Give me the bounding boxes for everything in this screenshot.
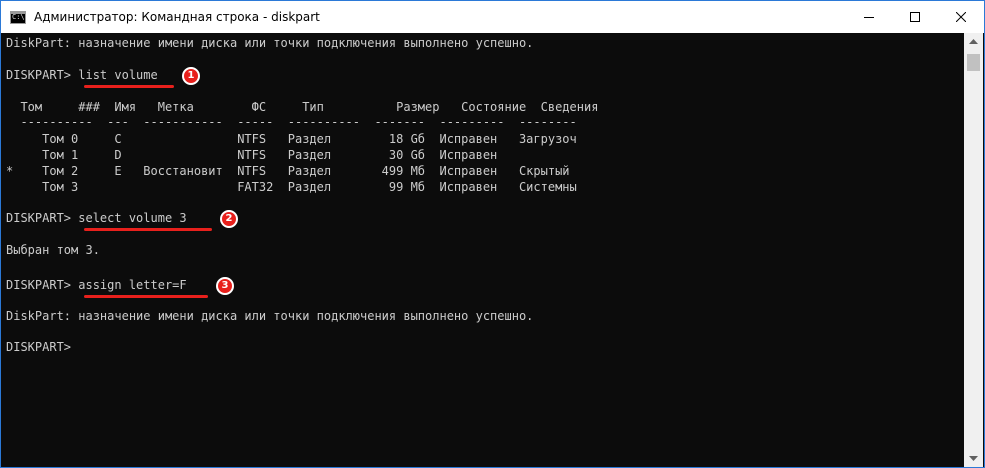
output-line: DiskPart: назначение имени диска или точ… (6, 309, 534, 323)
title-bar[interactable]: C:\ Администратор: Командная строка - di… (1, 1, 984, 33)
close-button[interactable] (938, 1, 984, 33)
annotation-marker-2: 2 (220, 210, 238, 228)
prompt: DISKPART> (6, 278, 79, 292)
scroll-up-button[interactable] (964, 33, 983, 50)
window-controls (846, 1, 984, 33)
command-list-volume: list volume (78, 68, 158, 82)
maximize-icon (910, 12, 920, 22)
console-window: C:\ Администратор: Командная строка - di… (0, 0, 985, 468)
table-row: Том 1 D NTFS Раздел 30 Gб Исправен (6, 148, 498, 162)
table-header: Том ### Имя Метка ФС Тип Размер Состояни… (6, 100, 599, 114)
window-title: Администратор: Командная строка - diskpa… (34, 10, 320, 24)
prompt-line-4: DISKPART> (6, 340, 72, 354)
table-row: * Том 2 E Восстановит NTFS Раздел 499 Мб… (6, 164, 570, 178)
command-select-volume: select volume 3 (78, 211, 187, 225)
output-line: Выбран том 3. (6, 243, 100, 257)
annotation-underline-3 (84, 295, 208, 298)
annotation-marker-1: 1 (182, 67, 200, 85)
minimize-icon (864, 17, 874, 18)
annotation-underline-1 (84, 85, 174, 88)
minimize-button[interactable] (846, 1, 892, 33)
command-assign-letter: assign letter=F (78, 278, 187, 292)
vertical-scrollbar[interactable] (964, 33, 983, 467)
output-line: DiskPart: назначение имени диска или точ… (6, 36, 534, 50)
table-row: Том 3 FAT32 Раздел 99 Мб Исправен Систем… (6, 180, 577, 194)
prompt: DISKPART> (6, 211, 79, 225)
console-output[interactable]: DiskPart: назначение имени диска или точ… (2, 33, 964, 467)
scroll-thumb[interactable] (967, 54, 980, 71)
scroll-down-button[interactable] (964, 450, 983, 467)
table-row: Том 0 C NTFS Раздел 18 Gб Исправен Загру… (6, 132, 577, 146)
prompt: DISKPART> (6, 68, 79, 82)
scroll-down-arrow-icon (969, 455, 978, 461)
cmd-app-icon[interactable]: C:\ (10, 10, 26, 24)
annotation-underline-2 (84, 228, 212, 231)
scroll-up-arrow-icon (969, 38, 978, 44)
annotation-marker-3: 3 (216, 277, 234, 295)
prompt-line-3: DISKPART> assign letter=F (6, 278, 187, 293)
table-separator: ---------- --- ----------- ----- -------… (6, 115, 577, 129)
prompt-line-2: DISKPART> select volume 3 (6, 211, 187, 226)
close-icon (956, 12, 966, 22)
maximize-button[interactable] (892, 1, 938, 33)
prompt-line-1: DISKPART> list volume (6, 68, 158, 83)
